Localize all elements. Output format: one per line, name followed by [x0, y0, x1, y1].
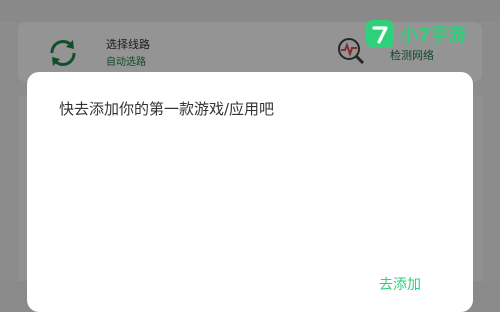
watermark-logo: 小7手游 [366, 18, 467, 50]
seven-logo-icon [366, 20, 394, 48]
watermark-text: 小7手游 [400, 25, 467, 46]
empty-state-dialog: 快去添加你的第一款游戏/应用吧 去添加 [27, 72, 473, 312]
add-game-button[interactable]: 去添加 [379, 274, 421, 294]
dialog-message: 快去添加你的第一款游戏/应用吧 [59, 100, 275, 118]
